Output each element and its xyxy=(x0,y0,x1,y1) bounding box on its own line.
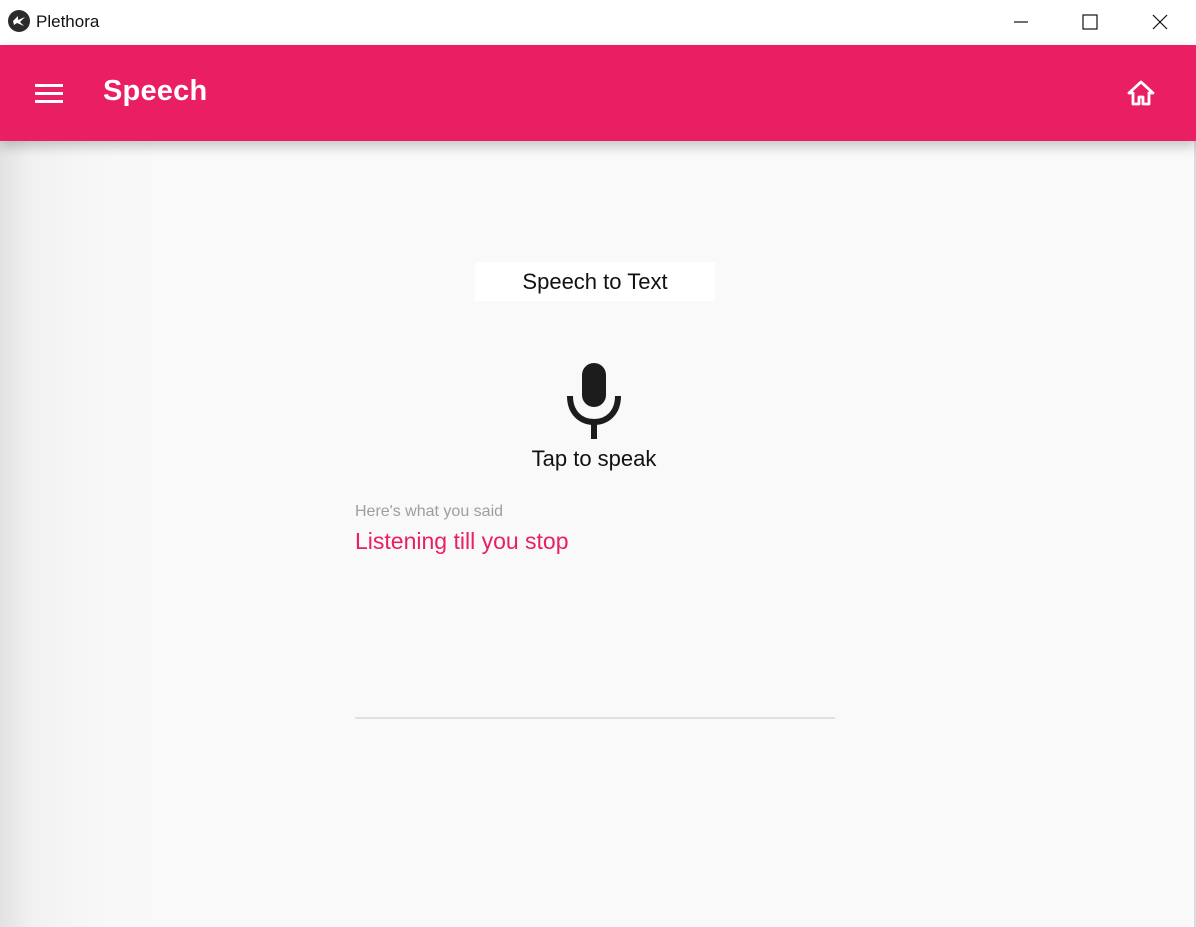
window-title: Plethora xyxy=(36,12,100,31)
text-field-underline xyxy=(355,717,835,719)
maximize-icon xyxy=(1082,14,1098,30)
page-title: Speech xyxy=(103,75,208,107)
close-button[interactable] xyxy=(1125,0,1195,44)
home-button[interactable] xyxy=(1120,71,1162,115)
kivy-logo-icon xyxy=(8,10,30,32)
close-icon xyxy=(1152,14,1168,30)
menu-icon xyxy=(35,84,63,103)
result-caption: Here's what you said xyxy=(355,503,504,520)
window-titlebar: Plethora xyxy=(0,0,1196,45)
tap-to-speak-label[interactable]: Tap to speak xyxy=(494,446,694,472)
content-area xyxy=(0,141,1196,927)
home-icon xyxy=(1127,80,1155,106)
result-text-field[interactable]: Listening till you stop xyxy=(355,528,569,555)
microphone-button[interactable] xyxy=(560,362,628,440)
minimize-button[interactable] xyxy=(986,0,1056,44)
app-toolbar: Speech xyxy=(0,45,1196,141)
menu-button[interactable] xyxy=(28,73,70,113)
maximize-button[interactable] xyxy=(1055,0,1125,44)
minimize-icon xyxy=(1014,21,1028,23)
speech-to-text-label: Speech to Text xyxy=(475,262,715,301)
microphone-icon xyxy=(567,363,621,439)
